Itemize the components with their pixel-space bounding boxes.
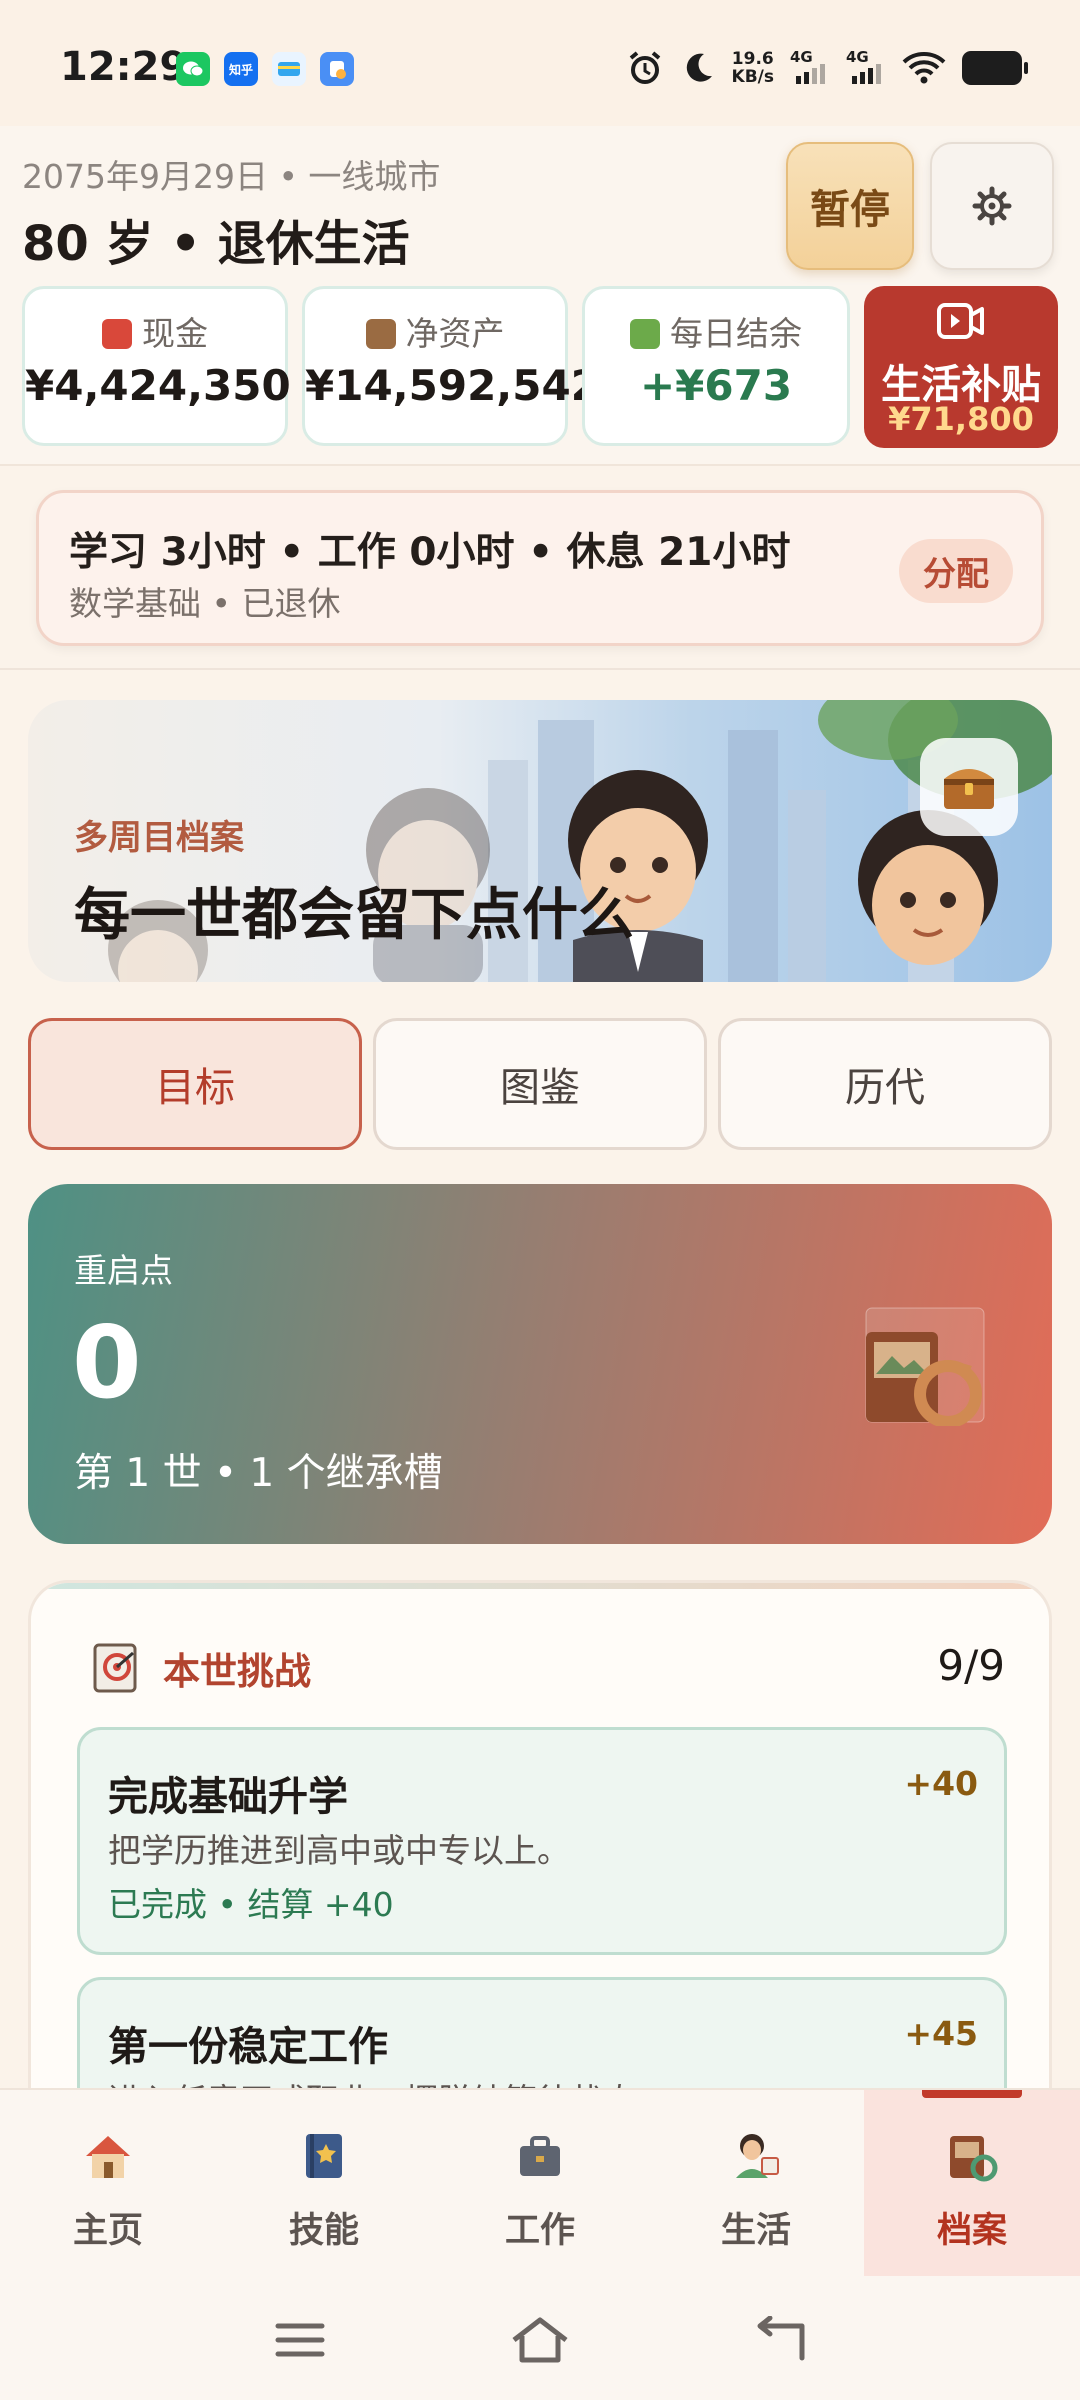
challenge-item-status: 已完成 • 结算 +40	[108, 1885, 394, 1924]
restart-label: 重启点	[74, 1251, 173, 1290]
life-challenge-card: 本世挑战 9/9 完成基础升学 +40 把学历推进到高中或中专以上。 已完成 •…	[28, 1580, 1052, 2140]
challenge-item-title: 第一份稳定工作	[108, 2024, 388, 2070]
restart-value: 0	[72, 1304, 142, 1421]
stat-net-assets: 净资产 ¥14,592,542	[302, 286, 600, 446]
active-indicator	[922, 2090, 1022, 2098]
sprout-icon	[630, 319, 660, 349]
card-accent	[31, 1583, 1049, 1589]
wallet-icon	[272, 52, 306, 86]
challenge-item-points: +40	[904, 1764, 978, 1803]
back-icon[interactable]	[752, 2316, 808, 2362]
book-restart-icon	[865, 1307, 985, 1426]
treasure-chest-button[interactable]	[920, 738, 1018, 836]
zhihu-label: 知乎	[228, 62, 253, 77]
age-status: 80 岁 • 退休生活	[22, 216, 410, 272]
challenge-title: 本世挑战	[163, 1650, 311, 1693]
status-bar: 12:29 知乎 19.6 KB/s 4G 4G	[0, 0, 1080, 126]
speed-value: 19.6	[731, 49, 774, 69]
nav-work[interactable]: 工作	[432, 2090, 648, 2278]
system-indicators: 19.6 KB/s 4G 4G	[626, 48, 1028, 88]
nav-label: 工作	[504, 2211, 575, 2251]
tab-generations[interactable]: 历代	[718, 1018, 1052, 1150]
alarm-icon	[629, 51, 660, 84]
signal-4g-2: 4G	[846, 48, 886, 88]
stat-daily-balance: 每日结余 +¥673	[582, 286, 850, 446]
book-icon	[306, 2134, 342, 2178]
money-bag-icon	[102, 319, 132, 349]
wechat-icon	[176, 52, 210, 86]
study-status: 数学基础 • 已退休	[69, 584, 341, 623]
archive-banner: 多周目档案 每一世都会留下点什么	[28, 700, 1052, 982]
life-slot-info: 第 1 世 • 1 个继承槽	[74, 1451, 443, 1496]
moon-icon	[686, 53, 712, 82]
game-header: 2075年9月29日 • 一线城市 80 岁 • 退休生活 暂停 现金 ¥4,4…	[0, 126, 1080, 466]
challenge-count: 9/9	[937, 1641, 1005, 1690]
target-notebook-icon	[93, 1643, 137, 1693]
living-subsidy-button[interactable]: 生活补贴 ¥71,800	[864, 286, 1058, 448]
tab-goals[interactable]: 目标	[28, 1018, 362, 1150]
bank-icon	[365, 319, 396, 349]
wifi-icon	[902, 52, 946, 84]
zhihu-icon: 知乎	[224, 52, 258, 86]
video-icon	[937, 303, 984, 339]
system-navigation-bar	[0, 2276, 1080, 2400]
stat-value: ¥14,592,542	[305, 361, 600, 410]
notification-icons: 知乎	[176, 52, 354, 86]
stat-label: 每日结余	[670, 314, 802, 353]
nav-skills[interactable]: 技能	[216, 2090, 432, 2278]
stat-value: ¥4,424,350	[25, 361, 291, 410]
challenge-item-title: 完成基础升学	[108, 1774, 348, 1820]
restart-points-card: 重启点 0 第 1 世 • 1 个继承槽	[28, 1184, 1052, 1544]
date-city: 2075年9月29日 • 一线城市	[22, 157, 441, 196]
allocate-button[interactable]: 分配	[899, 539, 1013, 603]
nav-label: 主页	[72, 2211, 143, 2251]
stat-label: 现金	[142, 314, 208, 353]
challenge-item-desc: 把学历推进到高中或中专以上。	[108, 1831, 570, 1870]
home-icon[interactable]	[510, 2314, 570, 2364]
app-icon	[320, 52, 354, 86]
house-icon	[86, 2136, 130, 2178]
archive-icon	[950, 2136, 998, 2182]
person-icon	[736, 2134, 779, 2178]
nav-label: 档案	[936, 2211, 1007, 2251]
nav-home[interactable]: 主页	[0, 2090, 216, 2278]
settings-button[interactable]	[930, 142, 1054, 270]
hours-summary: 学习 3小时 • 工作 0小时 • 休息 21小时	[69, 530, 791, 575]
battery-icon	[962, 51, 1028, 85]
stat-label: 净资产	[405, 314, 505, 353]
subsidy-value: ¥71,800	[888, 400, 1034, 438]
signal-4g-1: 4G	[790, 48, 830, 88]
briefcase-icon	[520, 2136, 560, 2176]
nav-label: 技能	[288, 2211, 359, 2251]
nav-label: 生活	[720, 2211, 791, 2251]
chest-icon	[944, 769, 994, 809]
divider	[0, 668, 1080, 670]
nav-life[interactable]: 生活	[648, 2090, 864, 2278]
network-speed: 19.6 KB/s	[732, 50, 774, 86]
pause-button[interactable]: 暂停	[786, 142, 914, 270]
challenge-item[interactable]: 完成基础升学 +40 把学历推进到高中或中专以上。 已完成 • 结算 +40	[77, 1727, 1007, 1955]
tab-collection[interactable]: 图鉴	[373, 1018, 707, 1150]
banner-title: 每一世都会留下点什么	[74, 883, 634, 948]
stat-value: +¥673	[639, 361, 793, 410]
challenge-item-points: +45	[904, 2014, 978, 2053]
speed-unit: KB/s	[731, 67, 774, 87]
stat-cash: 现金 ¥4,424,350	[22, 286, 291, 446]
nav-archive[interactable]: 档案	[864, 2090, 1080, 2278]
clock: 12:29	[60, 44, 188, 90]
bottom-navigation: 主页 技能 工作 生活 档案	[0, 2088, 1080, 2278]
time-allocation-card[interactable]: 学习 3小时 • 工作 0小时 • 休息 21小时 数学基础 • 已退休 分配	[36, 490, 1044, 646]
gear-icon	[972, 186, 1012, 226]
banner-kicker: 多周目档案	[74, 818, 244, 858]
menu-icon[interactable]	[272, 2320, 328, 2360]
